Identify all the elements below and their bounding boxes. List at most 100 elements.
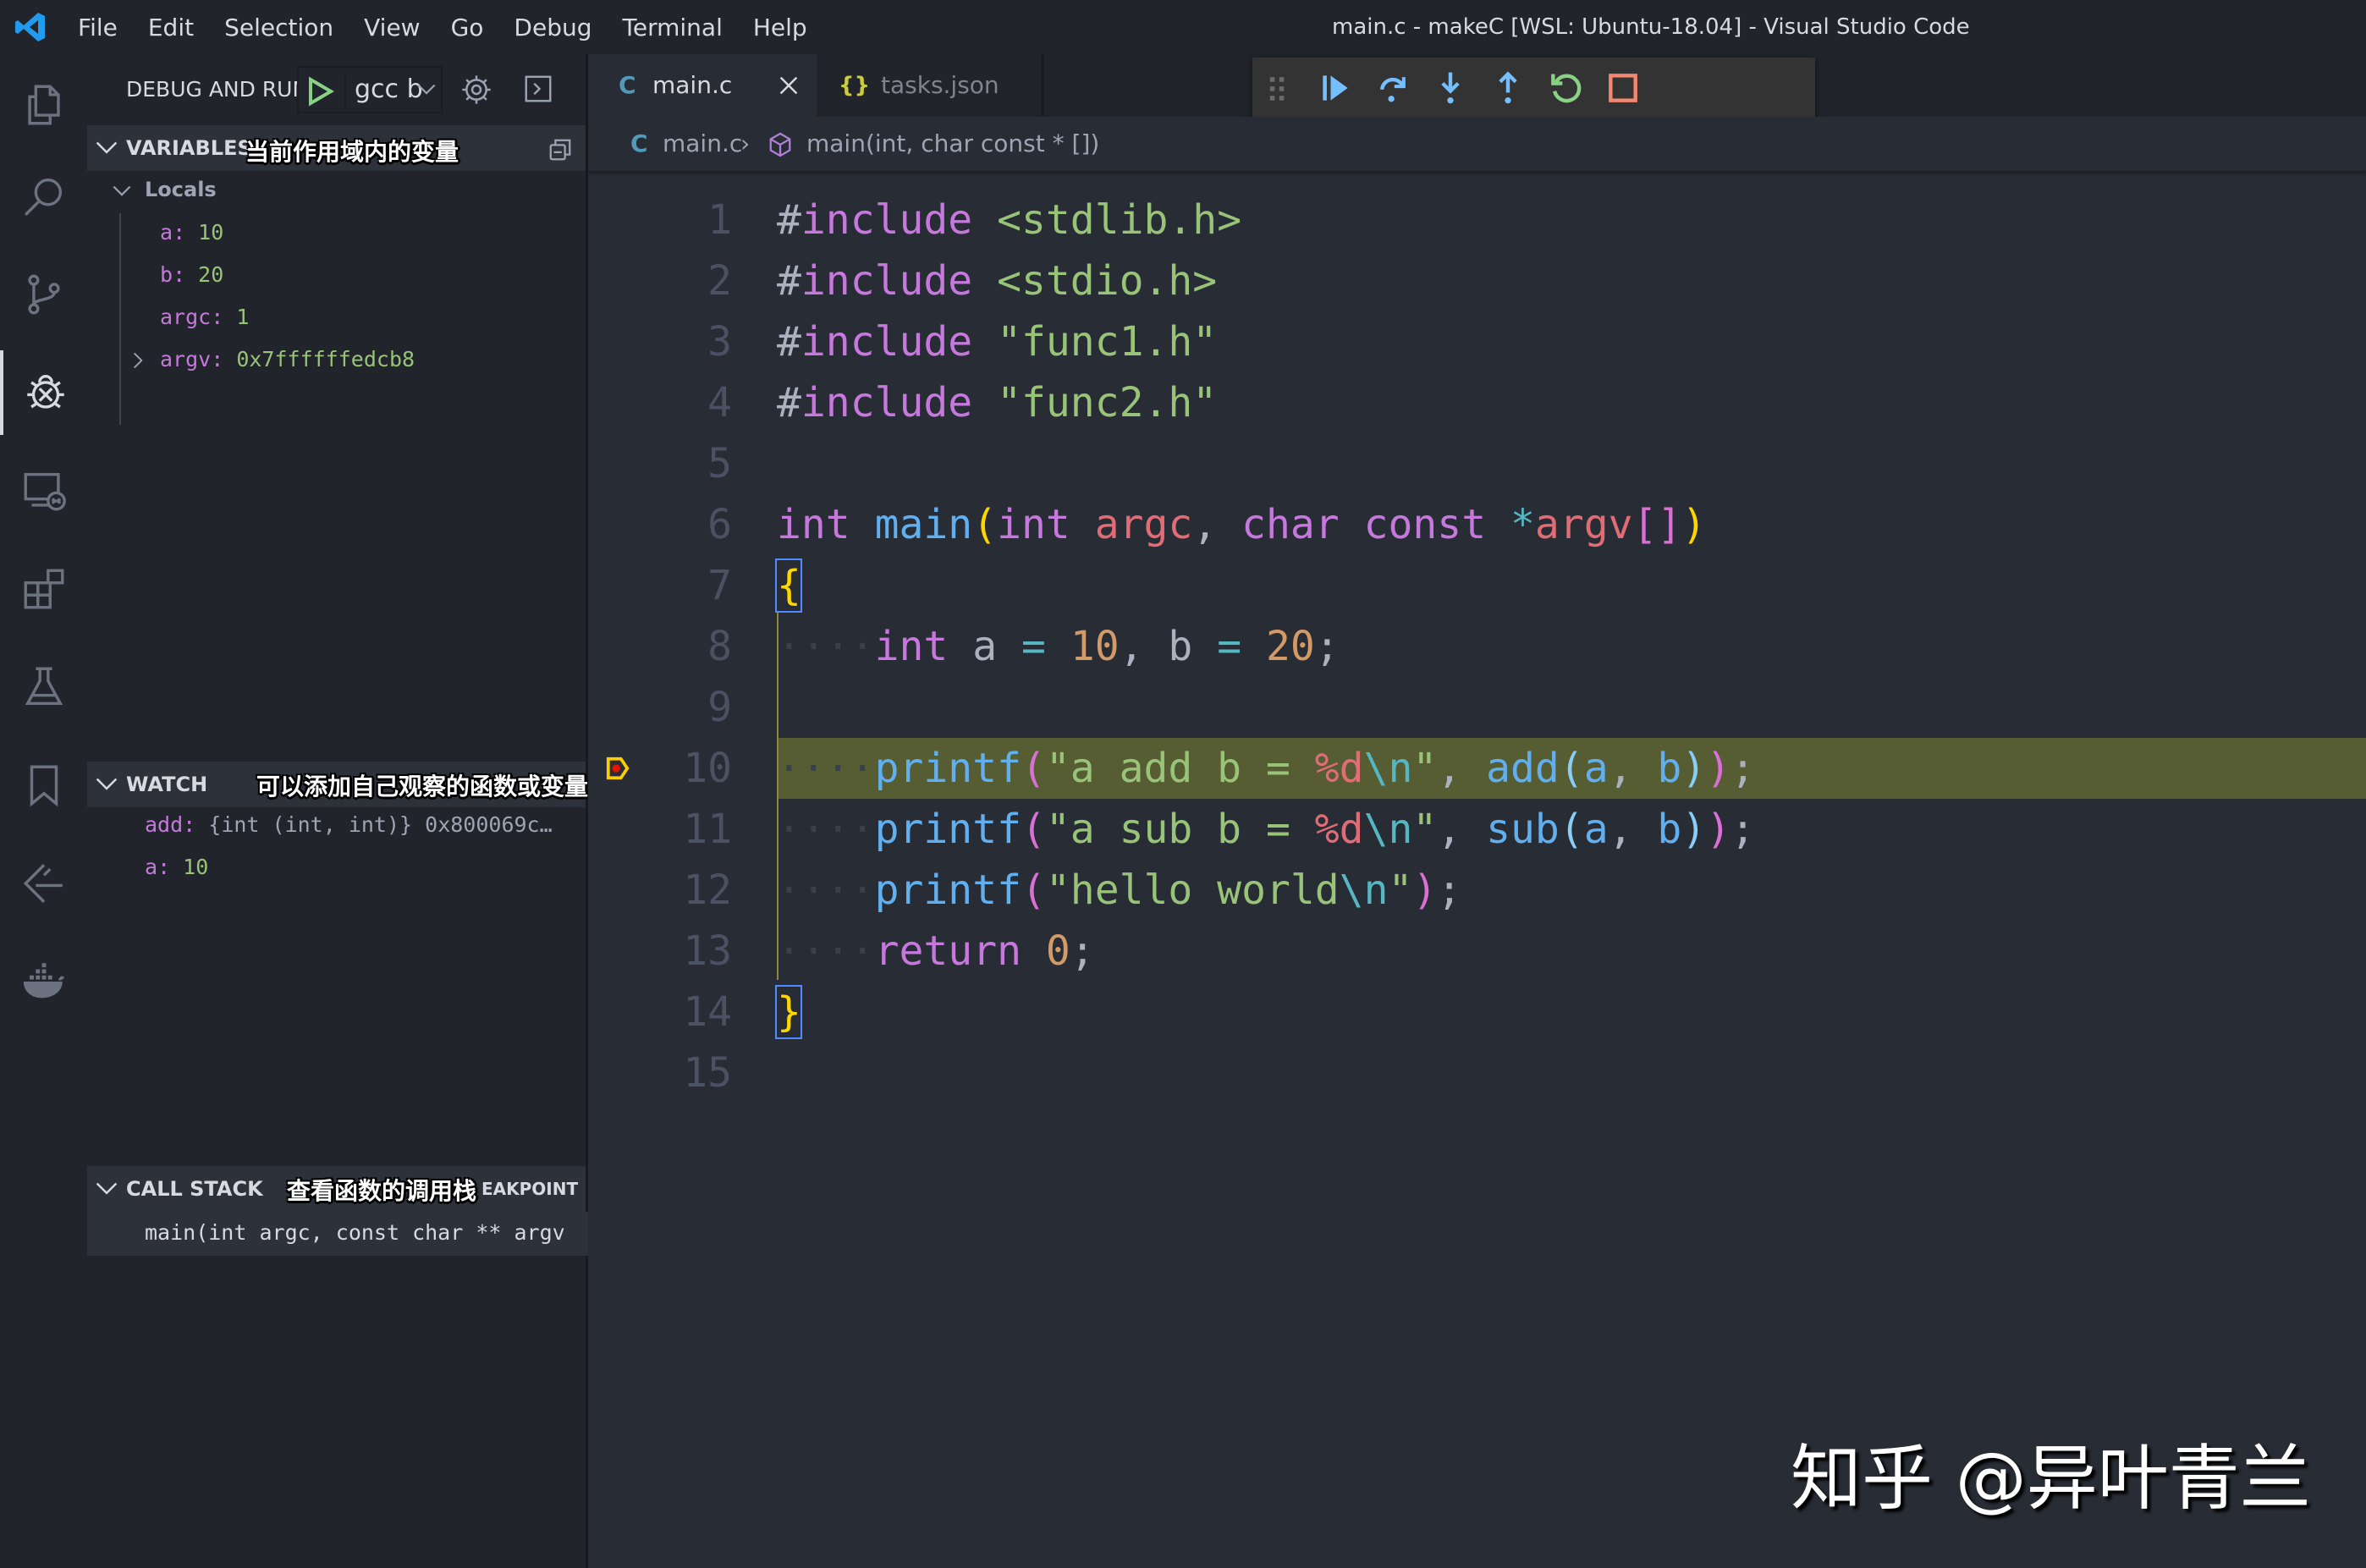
watch-value: 10 [183, 855, 209, 879]
breadcrumb-file[interactable]: main.c [663, 117, 742, 171]
call-stack-frame[interactable]: main(int argc, const char ** argv [87, 1212, 643, 1256]
watch-row[interactable]: add: {int (int, int)} 0x800069c… [87, 804, 643, 846]
code-token: include [801, 257, 973, 305]
code-token: b [1657, 806, 1682, 853]
code-line[interactable]: 8 ····int a = 10, b = 20; [588, 616, 2366, 677]
extensions-icon [24, 569, 63, 609]
step-over-icon[interactable] [1374, 69, 1411, 107]
stop-icon[interactable] [1604, 69, 1642, 107]
tab-main-c[interactable]: C main.c [588, 54, 817, 117]
debug-console-icon[interactable] [522, 73, 554, 105]
menu-edit[interactable]: Edit [148, 14, 194, 41]
activity-source-control[interactable] [0, 252, 87, 337]
locals-scope[interactable]: Locals [145, 178, 217, 201]
activity-testing[interactable] [0, 645, 87, 729]
code-token: " [1412, 806, 1438, 853]
code-line[interactable]: 11 ····printf("a sub b = %d\n", sub(a, b)… [588, 799, 2366, 860]
breadcrumb-symbol[interactable]: main(int, char const * []) [806, 117, 1099, 171]
activity-bookmarks[interactable] [0, 743, 87, 828]
code-line[interactable]: 14} [588, 982, 2366, 1043]
activity-explorer[interactable] [0, 63, 87, 147]
code-line[interactable]: 10 ····printf("a add b = %d\n", add(a, b)… [588, 738, 2366, 799]
line-number[interactable]: 15 [588, 1043, 732, 1103]
menu-file[interactable]: File [78, 14, 118, 41]
code-line[interactable]: 3 #include "func1.h" [588, 311, 2366, 372]
call-stack-label: CALL STACK [126, 1177, 263, 1201]
line-number[interactable]: 14 [588, 982, 732, 1043]
editor-tabs: C main.c {} tasks.json [588, 54, 2366, 118]
chevron-down-icon[interactable] [417, 81, 436, 98]
current-stack-frame-icon[interactable] [605, 756, 630, 781]
variable-row[interactable]: argc: 1 [87, 296, 658, 338]
variable-row[interactable]: b: 20 [87, 254, 658, 296]
code-line[interactable]: 5 [588, 433, 2366, 494]
line-number[interactable]: 2 [588, 250, 732, 311]
start-debugging-icon[interactable] [307, 76, 334, 107]
close-icon[interactable] [776, 73, 801, 98]
activity-search[interactable] [0, 154, 87, 239]
line-number[interactable]: 11 [588, 799, 732, 860]
line-number[interactable]: 7 [588, 555, 732, 616]
code-token: argv [1534, 501, 1633, 548]
code-token: ( [1021, 867, 1046, 914]
line-number[interactable]: 12 [588, 860, 732, 921]
code-line[interactable]: 4 #include "func2.h" [588, 372, 2366, 433]
code-editor[interactable]: 1 #include <stdlib.h> 2 #include <stdio.h> 3… [588, 171, 2366, 1568]
config-name[interactable]: gcc b [355, 68, 423, 112]
activity-extensions[interactable] [0, 547, 87, 631]
line-number[interactable]: 13 [588, 921, 732, 982]
chevron-down-icon [96, 778, 118, 790]
watermark: 知乎 @异叶青兰 [1791, 1437, 2311, 1520]
code-line[interactable]: 7{ [588, 555, 2366, 616]
line-number[interactable]: 5 [588, 433, 732, 494]
code-line[interactable]: 2 #include <stdio.h> [588, 250, 2366, 311]
line-number[interactable]: 4 [588, 372, 732, 433]
testing-icon [25, 667, 63, 706]
code-line[interactable]: 15 [588, 1043, 2366, 1103]
code-token: "a sub b = [1045, 806, 1315, 853]
watch-row[interactable]: a: 10 [87, 846, 643, 889]
code-token: include [801, 318, 973, 366]
line-number[interactable]: 1 [588, 190, 732, 250]
line-number[interactable]: 9 [588, 677, 732, 738]
window-title: main.c - makeC [WSL: Ubuntu-18.04] - Vis… [1332, 14, 1970, 40]
activity-docker[interactable] [0, 939, 87, 1024]
collapse-all-icon[interactable] [547, 137, 573, 162]
method-icon [769, 132, 791, 157]
code-line[interactable]: 9 [588, 677, 2366, 738]
launch-config-select[interactable]: gcc b [297, 66, 443, 113]
code-text: ····int a = 10, b = 20; [777, 616, 1340, 677]
indent-guide [777, 611, 779, 980]
code-token: printf [874, 867, 1021, 914]
activity-git-graph[interactable] [0, 841, 87, 926]
code-line[interactable]: 1 #include <stdlib.h> [588, 190, 2366, 250]
code-token: ···· [777, 623, 875, 670]
activity-remote-explorer[interactable] [0, 448, 87, 533]
line-number[interactable]: 3 [588, 311, 732, 372]
drag-handle-icon[interactable] [1268, 69, 1288, 107]
variable-row[interactable]: argv: 0x7ffffffedcb8 [87, 338, 658, 381]
code-line[interactable]: 13 ····return 0; [588, 921, 2366, 982]
restart-icon[interactable] [1547, 69, 1584, 107]
code-token: ; [1730, 745, 1756, 792]
step-out-icon[interactable] [1489, 69, 1527, 107]
code-line[interactable]: 6 int main(int argc, char const *argv[]) [588, 494, 2366, 555]
line-number[interactable]: 6 [588, 494, 732, 555]
variable-row[interactable]: a: 10 [87, 212, 658, 254]
breadcrumb: C main.c › main(int, char const * []) [588, 117, 2366, 171]
line-number[interactable]: 8 [588, 616, 732, 677]
gear-icon[interactable] [459, 73, 493, 107]
activity-debug[interactable] [0, 350, 87, 435]
step-into-icon[interactable] [1432, 69, 1469, 107]
tab-tasks-json[interactable]: {} tasks.json [817, 54, 1043, 117]
chevron-right-icon[interactable] [133, 352, 143, 369]
continue-icon[interactable] [1317, 69, 1354, 107]
code-token: ( [972, 501, 998, 548]
code-text: #include <stdio.h> [777, 250, 1217, 311]
breakpoints-header-overflow[interactable]: EAKPOINT [481, 1166, 578, 1212]
code-token: a [948, 623, 1021, 670]
code-token: \n [1363, 745, 1413, 792]
chevron-down-icon[interactable] [113, 184, 131, 198]
code-line[interactable]: 12 ····printf("hello world\n"); [588, 860, 2366, 921]
